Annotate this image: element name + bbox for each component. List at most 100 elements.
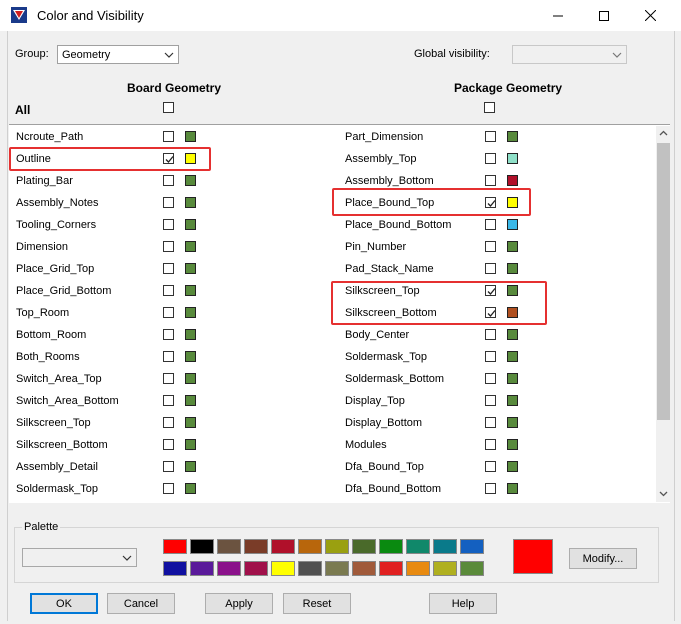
all-board-checkbox[interactable]	[163, 102, 174, 113]
left-layer-color-swatch[interactable]	[185, 241, 196, 252]
palette-color-swatch[interactable]	[460, 539, 484, 554]
left-layer-color-swatch[interactable]	[185, 307, 196, 318]
palette-color-swatch[interactable]	[379, 539, 403, 554]
left-layer-color-swatch[interactable]	[185, 373, 196, 384]
palette-color-swatch[interactable]	[163, 561, 187, 576]
right-layer-checkbox[interactable]	[485, 351, 496, 362]
right-layer-checkbox[interactable]	[485, 373, 496, 384]
left-layer-color-swatch[interactable]	[185, 417, 196, 428]
left-layer-checkbox[interactable]	[163, 131, 174, 142]
right-layer-checkbox[interactable]	[485, 175, 496, 186]
right-layer-color-swatch[interactable]	[507, 351, 518, 362]
left-layer-checkbox[interactable]	[163, 461, 174, 472]
right-layer-color-swatch[interactable]	[507, 329, 518, 340]
left-layer-checkbox[interactable]	[163, 329, 174, 340]
right-layer-checkbox[interactable]	[485, 153, 496, 164]
left-layer-checkbox[interactable]	[163, 219, 174, 230]
palette-color-swatch[interactable]	[325, 561, 349, 576]
right-layer-color-swatch[interactable]	[507, 241, 518, 252]
left-layer-color-swatch[interactable]	[185, 197, 196, 208]
palette-color-swatch[interactable]	[325, 539, 349, 554]
palette-color-swatch[interactable]	[460, 561, 484, 576]
scroll-thumb[interactable]	[657, 143, 670, 420]
left-layer-color-swatch[interactable]	[185, 395, 196, 406]
group-dropdown[interactable]: Geometry	[57, 45, 179, 64]
palette-color-swatch[interactable]	[244, 561, 268, 576]
right-layer-checkbox[interactable]	[485, 131, 496, 142]
left-layer-checkbox[interactable]	[163, 263, 174, 274]
left-layer-checkbox[interactable]	[163, 417, 174, 428]
ok-button[interactable]: OK	[30, 593, 98, 614]
palette-color-swatch[interactable]	[433, 561, 457, 576]
modify-button[interactable]: Modify...	[569, 548, 637, 569]
palette-dropdown[interactable]	[22, 548, 137, 567]
reset-button[interactable]: Reset	[283, 593, 351, 614]
left-layer-checkbox[interactable]	[163, 373, 174, 384]
right-layer-checkbox[interactable]	[485, 395, 496, 406]
right-layer-checkbox[interactable]	[485, 329, 496, 340]
all-package-checkbox[interactable]	[484, 102, 495, 113]
left-layer-color-swatch[interactable]	[185, 461, 196, 472]
right-layer-checkbox[interactable]	[485, 417, 496, 428]
left-layer-color-swatch[interactable]	[185, 219, 196, 230]
right-layer-checkbox[interactable]	[485, 219, 496, 230]
right-layer-checkbox[interactable]	[485, 483, 496, 494]
cancel-button[interactable]: Cancel	[107, 593, 175, 614]
left-layer-checkbox[interactable]	[163, 285, 174, 296]
right-layer-color-swatch[interactable]	[507, 175, 518, 186]
right-layer-color-swatch[interactable]	[507, 263, 518, 274]
left-layer-checkbox[interactable]	[163, 197, 174, 208]
palette-color-swatch[interactable]	[163, 539, 187, 554]
right-layer-color-swatch[interactable]	[507, 373, 518, 384]
global-visibility-dropdown[interactable]	[512, 45, 627, 64]
right-layer-color-swatch[interactable]	[507, 461, 518, 472]
right-layer-checkbox[interactable]	[485, 461, 496, 472]
left-layer-checkbox[interactable]	[163, 351, 174, 362]
scroll-down-icon[interactable]	[658, 489, 669, 498]
close-button[interactable]	[627, 0, 673, 31]
palette-color-swatch[interactable]	[406, 539, 430, 554]
right-layer-color-swatch[interactable]	[507, 483, 518, 494]
minimize-button[interactable]	[535, 0, 581, 31]
palette-color-swatch[interactable]	[298, 561, 322, 576]
palette-color-swatch[interactable]	[379, 561, 403, 576]
palette-color-swatch[interactable]	[406, 561, 430, 576]
palette-color-swatch[interactable]	[271, 539, 295, 554]
left-layer-color-swatch[interactable]	[185, 285, 196, 296]
left-layer-color-swatch[interactable]	[185, 329, 196, 340]
left-layer-color-swatch[interactable]	[185, 175, 196, 186]
palette-color-swatch[interactable]	[271, 561, 295, 576]
palette-color-swatch[interactable]	[298, 539, 322, 554]
left-layer-checkbox[interactable]	[163, 241, 174, 252]
left-layer-checkbox[interactable]	[163, 483, 174, 494]
left-layer-color-swatch[interactable]	[185, 131, 196, 142]
right-layer-color-swatch[interactable]	[507, 439, 518, 450]
left-layer-color-swatch[interactable]	[185, 263, 196, 274]
palette-color-swatch[interactable]	[190, 561, 214, 576]
apply-button[interactable]: Apply	[205, 593, 273, 614]
left-layer-color-swatch[interactable]	[185, 439, 196, 450]
palette-color-swatch[interactable]	[217, 561, 241, 576]
scroll-up-icon[interactable]	[658, 129, 669, 138]
palette-color-swatch[interactable]	[190, 539, 214, 554]
right-layer-checkbox[interactable]	[485, 263, 496, 274]
right-layer-color-swatch[interactable]	[507, 417, 518, 428]
right-layer-color-swatch[interactable]	[507, 219, 518, 230]
left-layer-checkbox[interactable]	[163, 175, 174, 186]
palette-color-swatch[interactable]	[217, 539, 241, 554]
left-layer-checkbox[interactable]	[163, 395, 174, 406]
right-layer-color-swatch[interactable]	[507, 153, 518, 164]
right-layer-color-swatch[interactable]	[507, 395, 518, 406]
left-layer-checkbox[interactable]	[163, 307, 174, 318]
left-layer-color-swatch[interactable]	[185, 483, 196, 494]
maximize-button[interactable]	[581, 0, 627, 31]
help-button[interactable]: Help	[429, 593, 497, 614]
right-layer-checkbox[interactable]	[485, 439, 496, 450]
right-layer-color-swatch[interactable]	[507, 131, 518, 142]
left-layer-color-swatch[interactable]	[185, 351, 196, 362]
right-layer-checkbox[interactable]	[485, 241, 496, 252]
left-layer-checkbox[interactable]	[163, 439, 174, 450]
palette-color-swatch[interactable]	[244, 539, 268, 554]
palette-color-swatch[interactable]	[352, 561, 376, 576]
palette-color-swatch[interactable]	[352, 539, 376, 554]
